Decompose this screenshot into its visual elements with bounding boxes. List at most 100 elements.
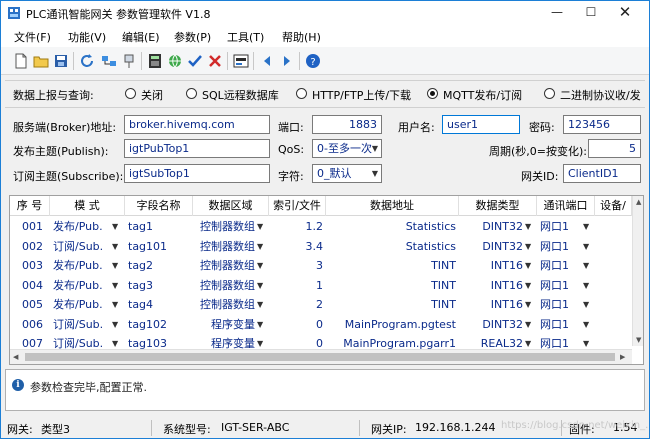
gateway-id-input[interactable]: ClientID1	[563, 164, 641, 183]
cell-index-file[interactable]: 3.4	[269, 237, 326, 256]
cell-data-address[interactable]: Statistics	[326, 217, 459, 236]
chevron-down-icon[interactable]: ▼	[112, 242, 118, 251]
radio-mqtt[interactable]	[427, 88, 438, 99]
cell-index-file[interactable]: 3	[269, 256, 326, 275]
check-icon[interactable]	[187, 53, 203, 69]
menu-file[interactable]: 文件(F)	[14, 29, 51, 45]
chevron-down-icon[interactable]: ▼	[257, 242, 263, 251]
subscribe-input[interactable]: igtSubTop1	[124, 164, 270, 183]
chevron-down-icon[interactable]: ▼	[112, 281, 118, 290]
chevron-down-icon[interactable]: ▼	[112, 339, 118, 348]
cell-index[interactable]: 001	[10, 217, 50, 236]
table-row[interactable]: 006 订阅/Sub. ▼ tag102 程序变量 ▼ 0 MainProgram.pgtes…	[10, 315, 643, 335]
network-icon[interactable]	[101, 53, 117, 69]
horizontal-scrollbar[interactable]: ◀ ▶	[10, 349, 632, 364]
menu-tools[interactable]: 工具(T)	[227, 29, 264, 45]
calculator-icon[interactable]	[147, 53, 163, 69]
chevron-down-icon[interactable]: ▼	[525, 261, 531, 270]
col-field-name[interactable]: 字段名称	[125, 196, 193, 216]
next-icon[interactable]	[279, 53, 295, 69]
col-index[interactable]: 序 号	[10, 196, 50, 216]
chevron-down-icon[interactable]: ▼	[583, 281, 589, 290]
menu-function[interactable]: 功能(V)	[68, 29, 106, 45]
scroll-left-icon[interactable]: ◀	[13, 353, 18, 361]
chevron-down-icon[interactable]: ▼	[525, 320, 531, 329]
open-folder-icon[interactable]	[33, 53, 49, 69]
cell-field-name[interactable]: tag4	[125, 295, 193, 314]
chevron-down-icon[interactable]: ▼	[112, 300, 118, 309]
chevron-down-icon[interactable]: ▼	[525, 222, 531, 231]
col-comm-port[interactable]: 通讯端口	[537, 196, 595, 216]
chevron-down-icon[interactable]: ▼	[525, 339, 531, 348]
chevron-down-icon[interactable]: ▼	[112, 320, 118, 329]
chevron-down-icon[interactable]: ▼	[257, 281, 263, 290]
prev-icon[interactable]	[259, 53, 275, 69]
scroll-thumb[interactable]	[25, 353, 615, 361]
radio-mqtt-label[interactable]: MQTT发布/订阅	[443, 87, 522, 103]
broker-input[interactable]: broker.hivemq.com	[124, 115, 270, 134]
port-input[interactable]: 1883	[312, 115, 382, 134]
chevron-down-icon[interactable]: ▼	[583, 300, 589, 309]
cell-data-address[interactable]: Statistics	[326, 237, 459, 256]
radio-sql[interactable]	[186, 88, 197, 99]
radio-binary-label[interactable]: 二进制协议收/发	[560, 87, 641, 103]
chevron-down-icon[interactable]: ▼	[583, 242, 589, 251]
menu-help[interactable]: 帮助(H)	[282, 29, 321, 45]
save-icon[interactable]	[53, 53, 69, 69]
chevron-down-icon[interactable]: ▼	[583, 339, 589, 348]
scroll-right-icon[interactable]: ▶	[620, 353, 625, 361]
chevron-down-icon[interactable]: ▼	[257, 222, 263, 231]
radio-close[interactable]	[125, 88, 136, 99]
close-button[interactable]: ✕	[609, 1, 641, 25]
chevron-down-icon[interactable]: ▼	[257, 300, 263, 309]
cell-data-address[interactable]: MainProgram.pgtest	[326, 315, 459, 334]
menu-edit[interactable]: 编辑(E)	[122, 29, 160, 45]
cell-index[interactable]: 006	[10, 315, 50, 334]
qos-select[interactable]: 0-至多一次 ▼	[312, 139, 382, 158]
new-file-icon[interactable]	[13, 53, 29, 69]
period-input[interactable]: 5	[588, 139, 641, 158]
maximize-button[interactable]: ☐	[575, 1, 607, 25]
chevron-down-icon[interactable]: ▼	[112, 261, 118, 270]
chevron-down-icon[interactable]: ▼	[257, 339, 263, 348]
cell-index-file[interactable]: 2	[269, 295, 326, 314]
chevron-down-icon[interactable]: ▼	[583, 320, 589, 329]
col-data-area[interactable]: 数据区域	[193, 196, 269, 216]
chevron-down-icon[interactable]: ▼	[583, 261, 589, 270]
config-icon[interactable]	[233, 53, 249, 69]
vertical-scrollbar[interactable]: ▲ ▼	[632, 196, 643, 346]
cancel-icon[interactable]	[207, 53, 223, 69]
col-data-address[interactable]: 数据地址	[326, 196, 459, 216]
chevron-down-icon[interactable]: ▼	[257, 320, 263, 329]
table-row[interactable]: 003 发布/Pub. ▼ tag2 控制器数组 ▼ 3 TINT INT16 ▼ 网口1 ▼	[10, 256, 643, 276]
radio-close-label[interactable]: 关闭	[141, 87, 163, 103]
cell-index[interactable]: 004	[10, 276, 50, 295]
cell-data-address[interactable]: TINT	[326, 295, 459, 314]
chevron-down-icon[interactable]: ▼	[525, 300, 531, 309]
charset-select[interactable]: 0_默认 ▼	[312, 164, 382, 183]
cell-index[interactable]: 002	[10, 237, 50, 256]
password-input[interactable]: 123456	[563, 115, 641, 134]
user-input[interactable]: user1	[442, 115, 520, 134]
cell-index-file[interactable]: 1.2	[269, 217, 326, 236]
scroll-down-icon[interactable]: ▼	[636, 336, 641, 344]
radio-http[interactable]	[296, 88, 307, 99]
cell-index-file[interactable]: 1	[269, 276, 326, 295]
cell-field-name[interactable]: tag1	[125, 217, 193, 236]
cell-data-address[interactable]: TINT	[326, 276, 459, 295]
cell-field-name[interactable]: tag102	[125, 315, 193, 334]
radio-sql-label[interactable]: SQL远程数据库	[202, 87, 279, 103]
chevron-down-icon[interactable]: ▼	[525, 242, 531, 251]
cell-field-name[interactable]: tag3	[125, 276, 193, 295]
table-row[interactable]: 005 发布/Pub. ▼ tag4 控制器数组 ▼ 2 TINT INT16 ▼ 网口1 ▼	[10, 295, 643, 315]
publish-input[interactable]: igtPubTop1	[124, 139, 270, 158]
cell-index[interactable]: 005	[10, 295, 50, 314]
chevron-down-icon[interactable]: ▼	[525, 281, 531, 290]
col-index-file[interactable]: 索引/文件	[269, 196, 326, 216]
radio-http-label[interactable]: HTTP/FTP上传/下载	[312, 87, 411, 103]
col-data-type[interactable]: 数据类型	[459, 196, 537, 216]
minimize-button[interactable]: —	[541, 1, 573, 25]
chevron-down-icon[interactable]: ▼	[583, 222, 589, 231]
chevron-down-icon[interactable]: ▼	[112, 222, 118, 231]
cell-data-address[interactable]: TINT	[326, 256, 459, 275]
